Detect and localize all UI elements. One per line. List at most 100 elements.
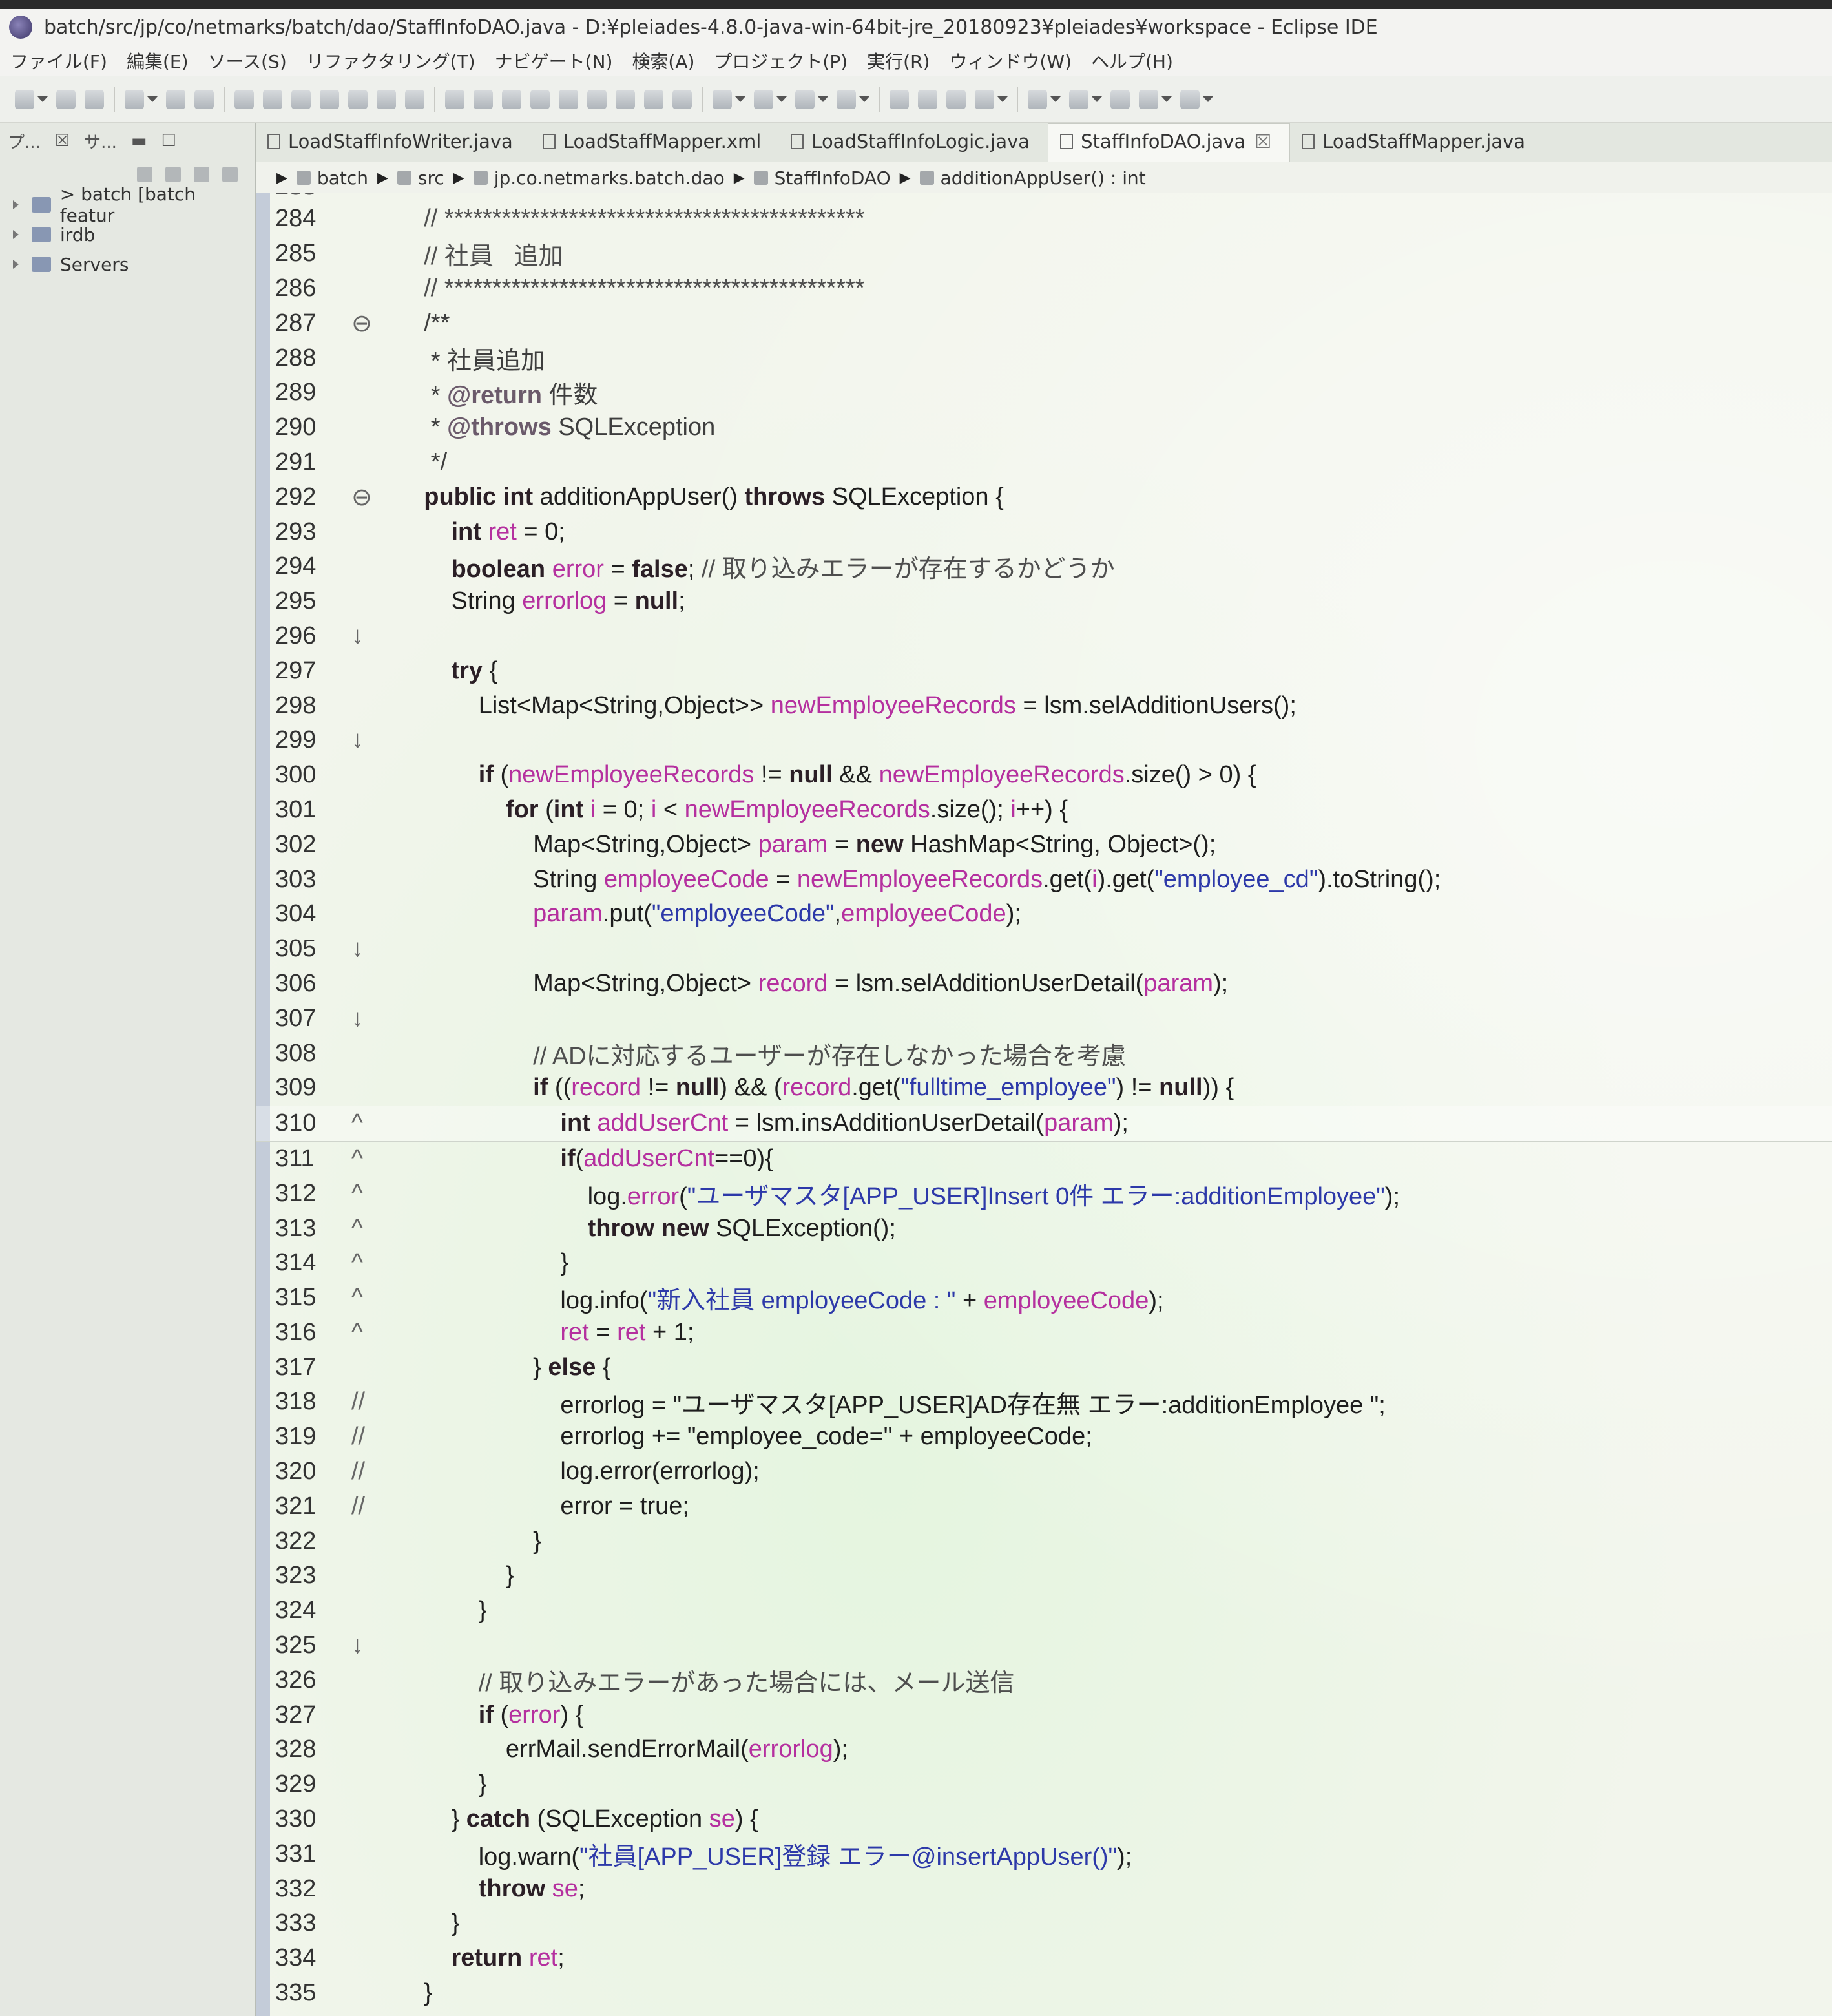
code-line[interactable]: 313 ^ throw new SQLException();: [256, 1211, 1832, 1246]
new-icon[interactable]: [15, 89, 34, 109]
breadcrumb-src[interactable]: src: [397, 167, 444, 189]
back-dropdown-icon[interactable]: [1161, 96, 1172, 102]
menu-help[interactable]: ヘルプ(H): [1091, 48, 1173, 74]
target-icon[interactable]: [502, 89, 521, 109]
chevron-right-icon[interactable]: [13, 230, 19, 239]
block-selection-icon[interactable]: [616, 89, 635, 109]
code-line[interactable]: 296 ↓: [256, 619, 1832, 654]
publish-icon[interactable]: [125, 89, 144, 109]
menu-search[interactable]: 検索(A): [632, 48, 694, 74]
code-line[interactable]: 325 ↓: [256, 1628, 1832, 1663]
code-line[interactable]: 288 * 社員追加: [256, 341, 1832, 375]
menu-navigate[interactable]: ナビゲート(N): [495, 48, 613, 74]
code-line[interactable]: 329 }: [256, 1767, 1832, 1802]
code-line[interactable]: 285 // 社員 追加: [256, 236, 1832, 271]
code-line[interactable]: 294 boolean error = false; // 取り込みエラーが存在…: [256, 549, 1832, 584]
disconnect-icon[interactable]: [320, 89, 339, 109]
code-line[interactable]: 315 ^ log.info("新入社員 employeeCode : " + e…: [256, 1281, 1832, 1316]
wand-icon[interactable]: [474, 89, 493, 109]
code-line[interactable]: 324 }: [256, 1593, 1832, 1628]
code-line[interactable]: 307 ↓: [256, 1001, 1832, 1036]
breadcrumb-project[interactable]: batch: [296, 167, 368, 189]
tab-loadstaffmapper-xml[interactable]: LoadStaffMapper.xml: [531, 131, 780, 162]
code-line[interactable]: 286 // *********************************…: [256, 271, 1832, 306]
code-line[interactable]: 328 errMail.sendErrorMail(errorlog);: [256, 1732, 1832, 1767]
tab-loadstaffinfowriter[interactable]: LoadStaffInfoWriter.java: [256, 131, 531, 162]
debug-dropdown-icon[interactable]: [735, 96, 745, 102]
close-icon[interactable]: ☒: [1254, 131, 1271, 152]
forward-icon[interactable]: [1180, 89, 1200, 109]
debug-icon[interactable]: [713, 89, 732, 109]
terminate-icon[interactable]: [291, 89, 311, 109]
code-line[interactable]: 323 }: [256, 1559, 1832, 1593]
code-line[interactable]: 304 param.put("employeeCode",employeeCod…: [256, 897, 1832, 932]
show-whitespace-icon[interactable]: [672, 89, 692, 109]
breadcrumb-class[interactable]: StaffInfoDAO: [753, 167, 891, 189]
code-line[interactable]: 312 ^ log.error("ユーザマスタ[APP_USER]Insert 0…: [256, 1176, 1832, 1211]
external-tools-icon[interactable]: [837, 89, 856, 109]
code-text-area[interactable]: 283 284 // *****************************…: [256, 193, 1832, 2016]
code-line[interactable]: 303 String employeeCode = newEmployeeRec…: [256, 862, 1832, 897]
menu-file[interactable]: ファイル(F): [10, 48, 107, 74]
menu-refactor[interactable]: リファクタリング(T): [306, 48, 475, 74]
code-line[interactable]: 322 }: [256, 1524, 1832, 1559]
tab-loadstaffinfologic[interactable]: LoadStaffInfoLogic.java: [779, 131, 1048, 162]
fold-icon[interactable]: ⊖: [351, 309, 397, 338]
run-icon[interactable]: [754, 89, 773, 109]
menu-edit[interactable]: 編集(E): [127, 48, 189, 74]
coverage-icon[interactable]: [795, 89, 815, 109]
maximize-icon[interactable]: ☐: [161, 131, 176, 151]
code-line[interactable]: 319 // errorlog += "employee_code=" + emp…: [256, 1420, 1832, 1454]
annotation-icon[interactable]: [559, 89, 578, 109]
new-package-icon[interactable]: [918, 89, 937, 109]
next-annotation-icon[interactable]: [1028, 89, 1047, 109]
new-java-project-icon[interactable]: [890, 89, 909, 109]
code-line[interactable]: 297 try {: [256, 653, 1832, 688]
link-with-editor-icon[interactable]: [165, 167, 181, 182]
new-class-icon[interactable]: [946, 89, 966, 109]
code-line[interactable]: 321 // error = true;: [256, 1489, 1832, 1524]
tab-loadstaffmapper-java[interactable]: LoadStaffMapper.java: [1290, 131, 1543, 162]
code-line[interactable]: 308 // ADに対応するユーザーが存在しなかった場合を考慮: [256, 1036, 1832, 1071]
highlight-icon[interactable]: [530, 89, 550, 109]
tab-project-explorer[interactable]: プ...: [8, 129, 41, 153]
view-menu-icon[interactable]: [222, 167, 238, 182]
tree-item-servers[interactable]: Servers: [0, 249, 255, 279]
code-line[interactable]: 331 log.warn("社員[APP_USER]登録 エラー@insertA…: [256, 1836, 1832, 1871]
open-type-dropdown-icon[interactable]: [997, 96, 1008, 102]
run-dropdown-icon[interactable]: [776, 96, 787, 102]
code-line[interactable]: 302 Map<String,Object> param = new HashM…: [256, 827, 1832, 862]
code-line[interactable]: 316 ^ ret = ret + 1;: [256, 1316, 1832, 1350]
new-dropdown-icon[interactable]: [37, 96, 48, 102]
close-icon[interactable]: ☒: [55, 131, 70, 151]
terminal-icon[interactable]: [166, 89, 185, 109]
step-return-icon[interactable]: [405, 89, 424, 109]
code-line[interactable]: 309 if ((record != null) && (record.get(…: [256, 1071, 1832, 1106]
code-line[interactable]: 333 }: [256, 1906, 1832, 1941]
code-line[interactable]: 298 List<Map<String,Object>> newEmployee…: [256, 688, 1832, 723]
chevron-right-icon[interactable]: [13, 200, 19, 209]
coverage-dropdown-icon[interactable]: [818, 96, 828, 102]
code-line[interactable]: 305 ↓: [256, 932, 1832, 967]
tab-servers[interactable]: サ...: [84, 129, 117, 153]
next-annotation-dropdown-icon[interactable]: [1050, 96, 1061, 102]
code-line[interactable]: 293 int ret = 0;: [256, 514, 1832, 549]
code-line[interactable]: 284 // *********************************…: [256, 202, 1832, 236]
code-line[interactable]: 326 // 取り込みエラーがあった場合には、メール送信: [256, 1663, 1832, 1697]
code-line[interactable]: 310 ^ int addUserCnt = lsm.insAdditionUse…: [256, 1105, 1832, 1142]
menu-source[interactable]: ソース(S): [208, 48, 287, 74]
code-line[interactable]: 327 if (error) {: [256, 1697, 1832, 1732]
skip-breakpoints-icon[interactable]: [194, 89, 214, 109]
code-line[interactable]: 292 ⊖ public int additionAppUser() throws…: [256, 479, 1832, 514]
split-editor-icon[interactable]: [644, 89, 663, 109]
menu-project[interactable]: プロジェクト(P): [714, 48, 848, 74]
code-line[interactable]: 300 if (newEmployeeRecords != null && ne…: [256, 758, 1832, 793]
code-line[interactable]: 317 } else {: [256, 1350, 1832, 1385]
code-line[interactable]: 335 }: [256, 1976, 1832, 2011]
breadcrumb-method[interactable]: additionAppUser() : int: [919, 167, 1146, 189]
link-icon[interactable]: [587, 89, 607, 109]
code-line[interactable]: 332 throw se;: [256, 1871, 1832, 1906]
code-line[interactable]: 330 } catch (SQLException se) {: [256, 1802, 1832, 1837]
forward-dropdown-icon[interactable]: [1203, 96, 1213, 102]
minimize-icon[interactable]: ▬: [131, 131, 147, 151]
